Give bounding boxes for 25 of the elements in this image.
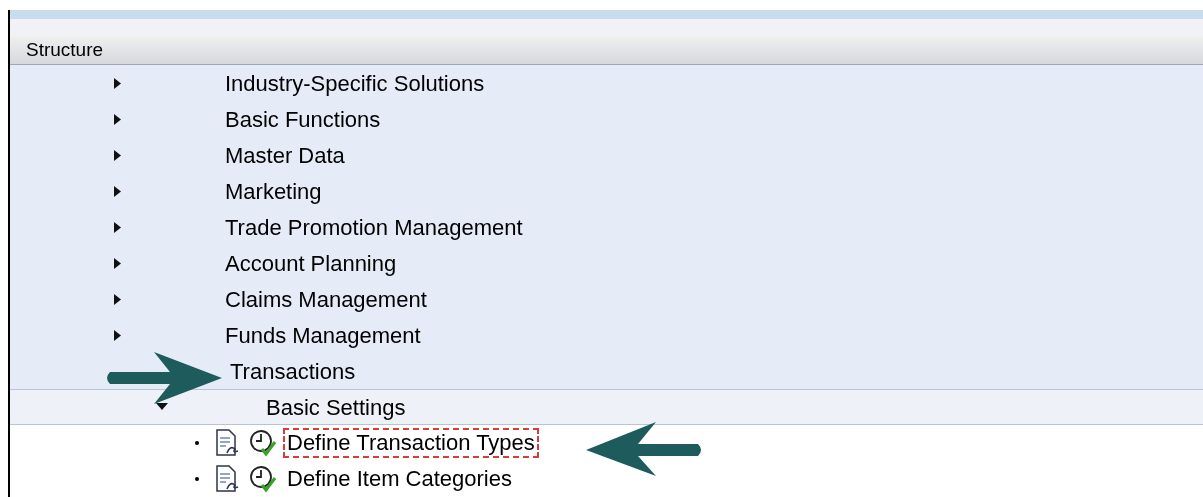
- column-header-text: Structure: [26, 37, 104, 62]
- caret-right-icon[interactable]: [114, 77, 121, 89]
- clock-check-icon[interactable]: [249, 429, 277, 457]
- tree-node-label[interactable]: Funds Management: [225, 318, 421, 352]
- caret-right-icon[interactable]: [114, 257, 121, 269]
- caret-right-icon[interactable]: [114, 113, 121, 125]
- document-icon[interactable]: [215, 429, 239, 457]
- caret-right-icon[interactable]: [114, 221, 121, 233]
- tree-node-label[interactable]: Claims Management: [225, 282, 427, 316]
- caret-right-icon[interactable]: [114, 293, 121, 305]
- caret-right-icon[interactable]: [114, 329, 121, 341]
- bullet-icon: [195, 477, 199, 481]
- bullet-icon: [195, 441, 199, 445]
- document-icon[interactable]: [215, 465, 239, 493]
- tree-node-label[interactable]: Basic Settings: [266, 390, 406, 424]
- caret-right-icon[interactable]: [114, 149, 121, 161]
- tree-node-label[interactable]: Account Planning: [225, 246, 397, 280]
- tree-node-label[interactable]: Basic Functions: [225, 102, 381, 136]
- tree-item[interactable]: Define Transaction Types: [285, 430, 537, 456]
- tree-node-label[interactable]: Master Data: [225, 138, 345, 172]
- tree-node-label[interactable]: Transactions: [230, 354, 356, 388]
- caret-right-icon[interactable]: [114, 185, 121, 197]
- clock-check-icon[interactable]: [249, 465, 277, 493]
- tree-item[interactable]: Define Item Categories: [285, 466, 514, 492]
- tree-node-label[interactable]: Marketing: [225, 174, 322, 208]
